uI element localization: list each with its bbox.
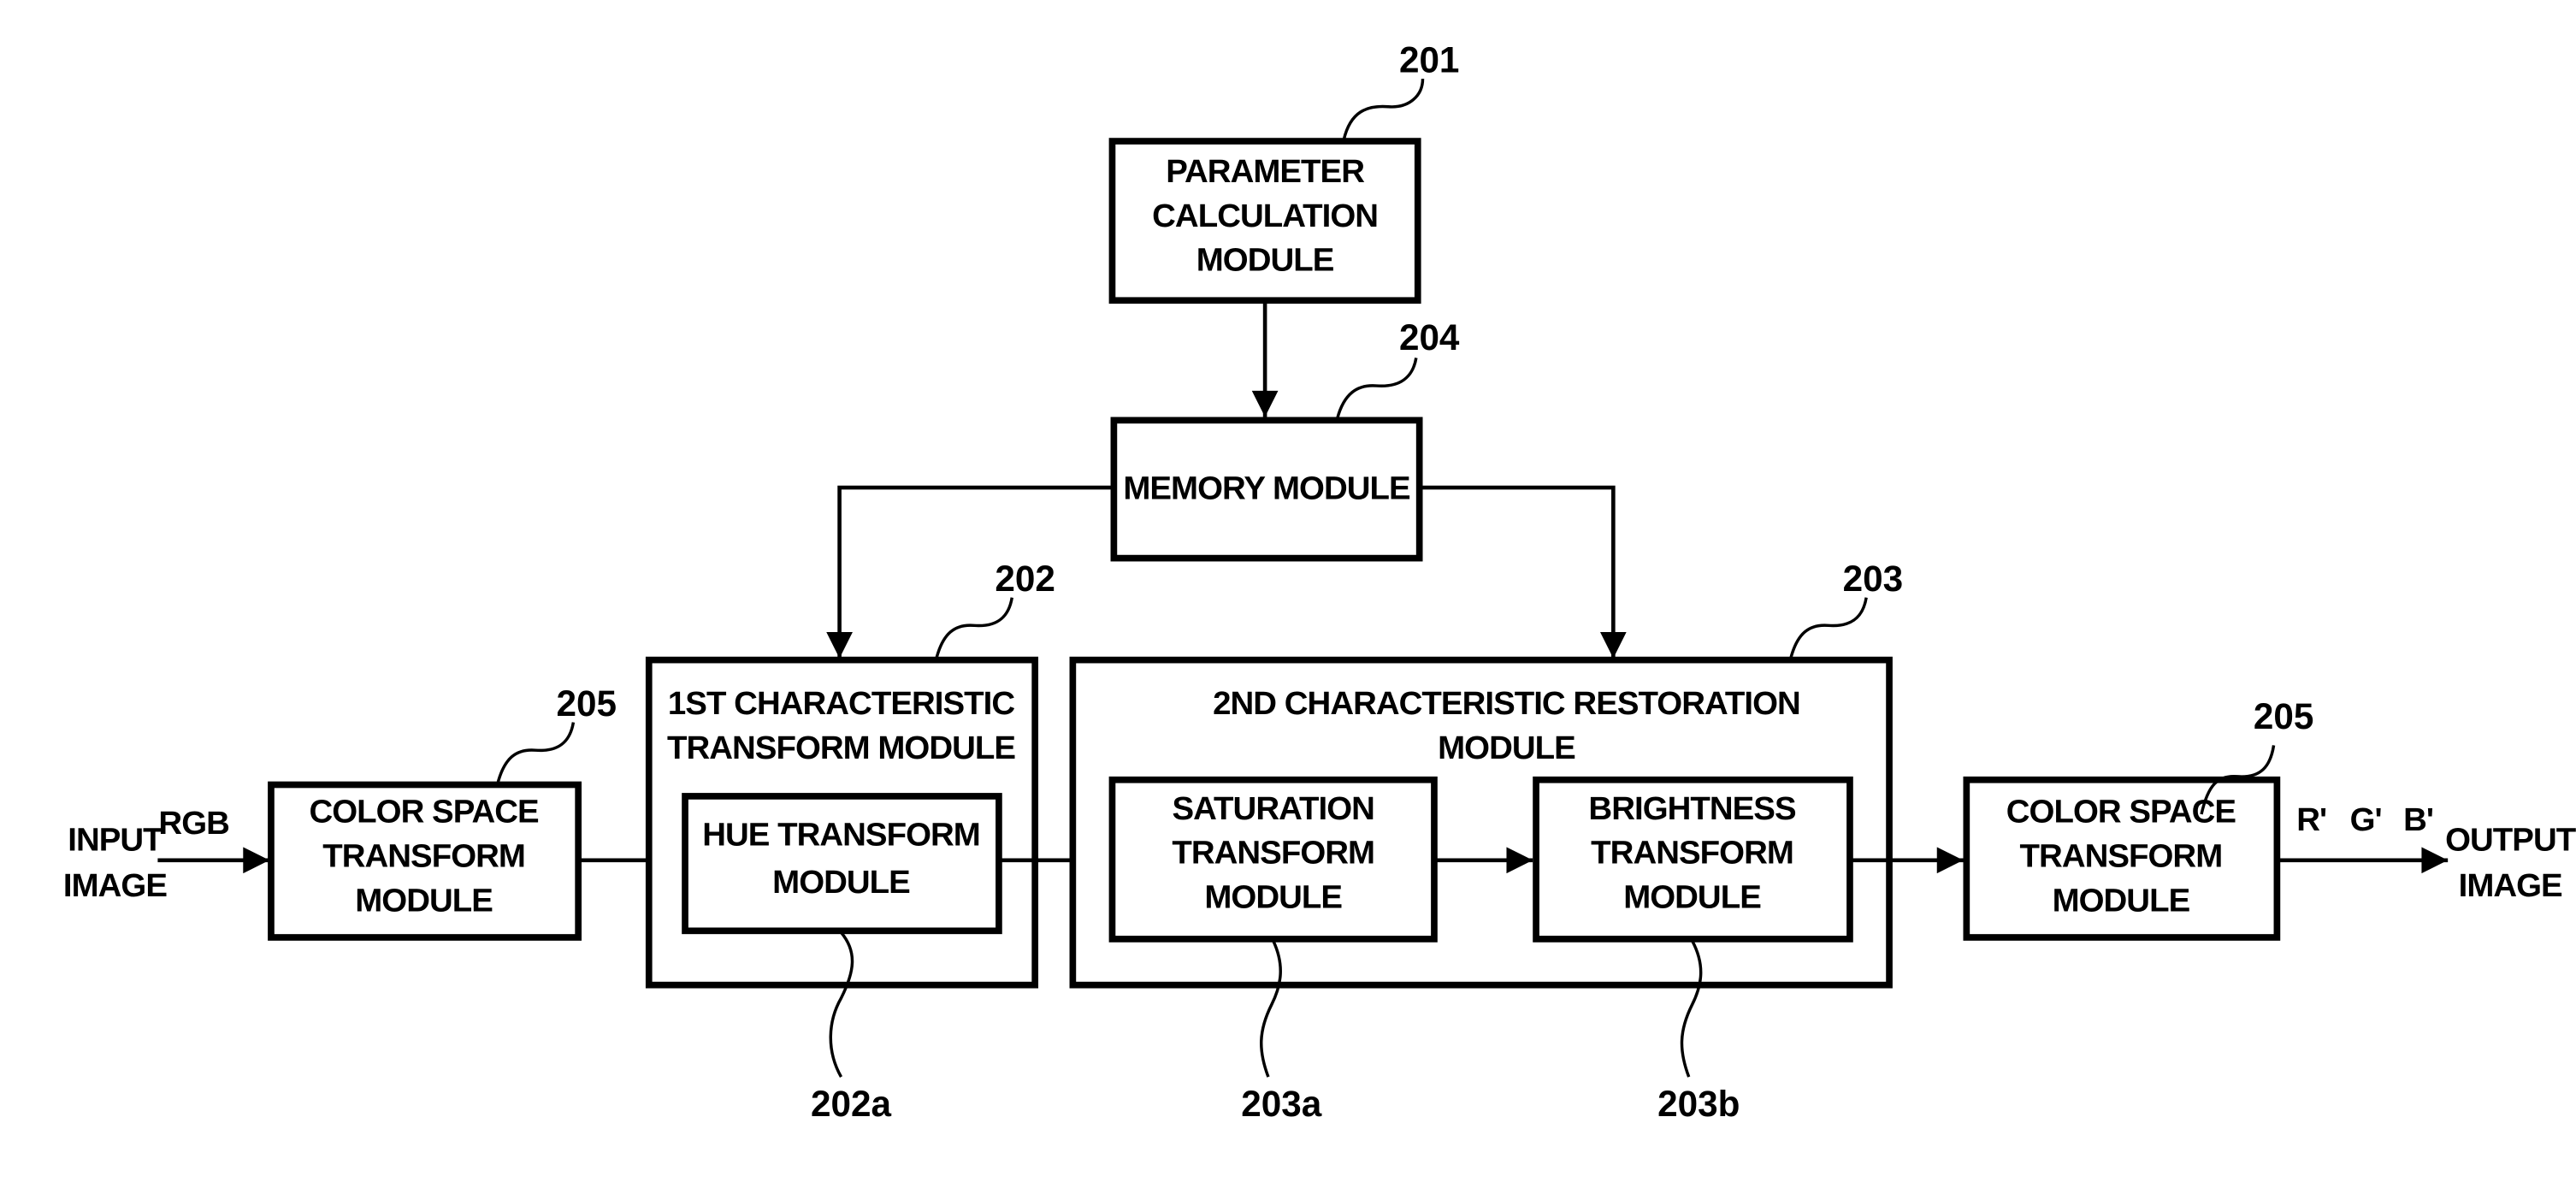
leader-201: [1342, 79, 1425, 140]
output-line2: IMAGE: [2459, 867, 2562, 904]
ref-203: 203: [1843, 558, 1903, 599]
brightness-transform-module: BRIGHTNESS TRANSFORM MODULE: [1533, 776, 1853, 943]
ref-205-out: 205: [2254, 696, 2313, 736]
ref-201: 201: [1399, 39, 1459, 80]
block-diagram: PARAMETER CALCULATION MODULE 201 MEMORY …: [63, 39, 2576, 1124]
output-signal-b: B': [2403, 801, 2433, 838]
bri-line1: BRIGHTNESS: [1588, 790, 1796, 827]
ref-204: 204: [1399, 317, 1460, 358]
csin-line3: MODULE: [355, 882, 493, 919]
hue-line2: MODULE: [772, 864, 910, 901]
input-line1: INPUT: [68, 821, 163, 858]
second-line1: 2ND CHARACTERISTIC RESTORATION: [1213, 685, 1800, 722]
output-signal-g: G': [2350, 801, 2382, 838]
bri-line3: MODULE: [1623, 878, 1761, 915]
ref-202: 202: [995, 558, 1055, 599]
leader-202: [935, 597, 1013, 659]
sat-line3: MODULE: [1204, 878, 1342, 915]
hue-line1: HUE TRANSFORM: [702, 817, 980, 854]
color-space-transform-in: COLOR SPACE TRANSFORM MODULE: [268, 781, 582, 941]
output-signal-r: R': [2296, 801, 2326, 838]
saturation-transform-module: SATURATION TRANSFORM MODULE: [1108, 776, 1438, 943]
csout-line2: TRANSFORM: [2020, 837, 2223, 874]
arrow-memory-to-first: [826, 485, 1114, 659]
first-line1: 1ST CHARACTERISTIC: [668, 685, 1014, 722]
param-line2: CALCULATION: [1152, 198, 1378, 234]
first-line2: TRANSFORM MODULE: [667, 730, 1015, 766]
ref-203a: 203a: [1241, 1084, 1322, 1124]
sat-line1: SATURATION: [1172, 790, 1374, 827]
parameter-calculation-module: PARAMETER CALCULATION MODULE: [1108, 138, 1421, 304]
param-line1: PARAMETER: [1166, 153, 1364, 190]
param-line3: MODULE: [1196, 242, 1334, 279]
output-line1: OUTPUT: [2445, 821, 2576, 858]
second-line2: MODULE: [1438, 730, 1575, 766]
csin-line2: TRANSFORM: [322, 837, 525, 874]
memory-module: MEMORY MODULE: [1110, 417, 1423, 562]
leader-205-in: [496, 722, 576, 784]
ref-202a: 202a: [811, 1084, 892, 1124]
ref-203b: 203b: [1657, 1084, 1740, 1124]
leader-203: [1789, 597, 1868, 659]
sat-line2: TRANSFORM: [1172, 835, 1374, 872]
memory-label: MEMORY MODULE: [1123, 470, 1410, 507]
input-signal-rgb: RGB: [158, 805, 228, 842]
input-line2: IMAGE: [63, 867, 167, 904]
color-space-transform-out: COLOR SPACE TRANSFORM MODULE: [1963, 776, 2281, 941]
csout-line3: MODULE: [2053, 882, 2190, 919]
bri-line2: TRANSFORM: [1591, 835, 1793, 872]
leader-204: [1335, 358, 1418, 419]
csin-line1: COLOR SPACE: [309, 794, 539, 830]
hue-transform-module: HUE TRANSFORM MODULE: [682, 793, 1002, 935]
ref-205-in: 205: [557, 683, 617, 724]
arrow-memory-to-second: [1419, 485, 1627, 659]
